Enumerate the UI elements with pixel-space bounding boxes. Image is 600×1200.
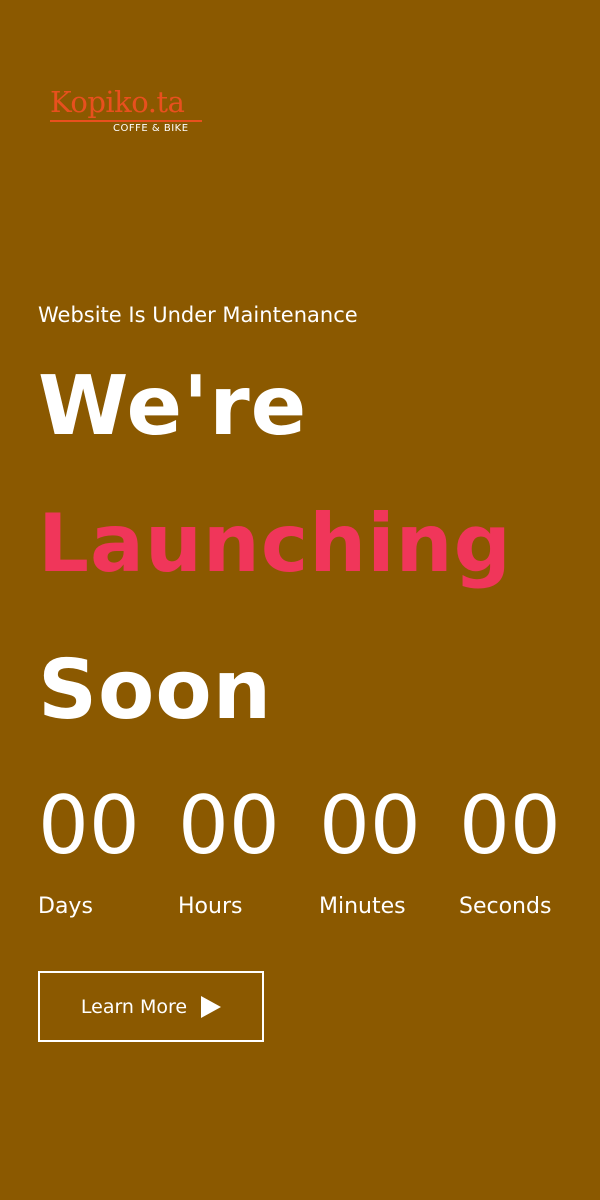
brand-name: Kopiko.ta xyxy=(50,84,202,122)
seconds-label: Seconds xyxy=(459,894,552,919)
countdown-minutes: 00 Minutes xyxy=(319,779,421,920)
hours-label: Hours xyxy=(178,894,243,919)
learn-more-button[interactable]: Learn More xyxy=(38,971,264,1042)
brand-tagline: COFFE & BIKE xyxy=(113,123,189,134)
brand-logo[interactable]: Kopiko.ta COFFE & BIKE xyxy=(50,84,210,134)
seconds-value: 00 xyxy=(459,779,561,872)
headline-line-2: Launching xyxy=(38,497,512,590)
maintenance-subtitle: Website Is Under Maintenance xyxy=(38,303,358,327)
play-icon xyxy=(201,995,222,1018)
minutes-label: Minutes xyxy=(319,894,406,919)
learn-more-label: Learn More xyxy=(80,995,188,1018)
countdown-hours: 00 Hours xyxy=(178,779,280,920)
days-value: 00 xyxy=(38,779,140,872)
countdown-timer: 00 Days 00 Hours 00 Minutes 00 Seconds xyxy=(38,780,578,930)
countdown-seconds: 00 Seconds xyxy=(459,779,561,920)
countdown-days: 00 Days xyxy=(38,779,140,920)
hours-value: 00 xyxy=(178,779,280,872)
headline-line-1: We're xyxy=(38,359,308,454)
headline-line-3: Soon xyxy=(38,643,273,738)
minutes-value: 00 xyxy=(319,779,421,872)
days-label: Days xyxy=(38,894,93,919)
